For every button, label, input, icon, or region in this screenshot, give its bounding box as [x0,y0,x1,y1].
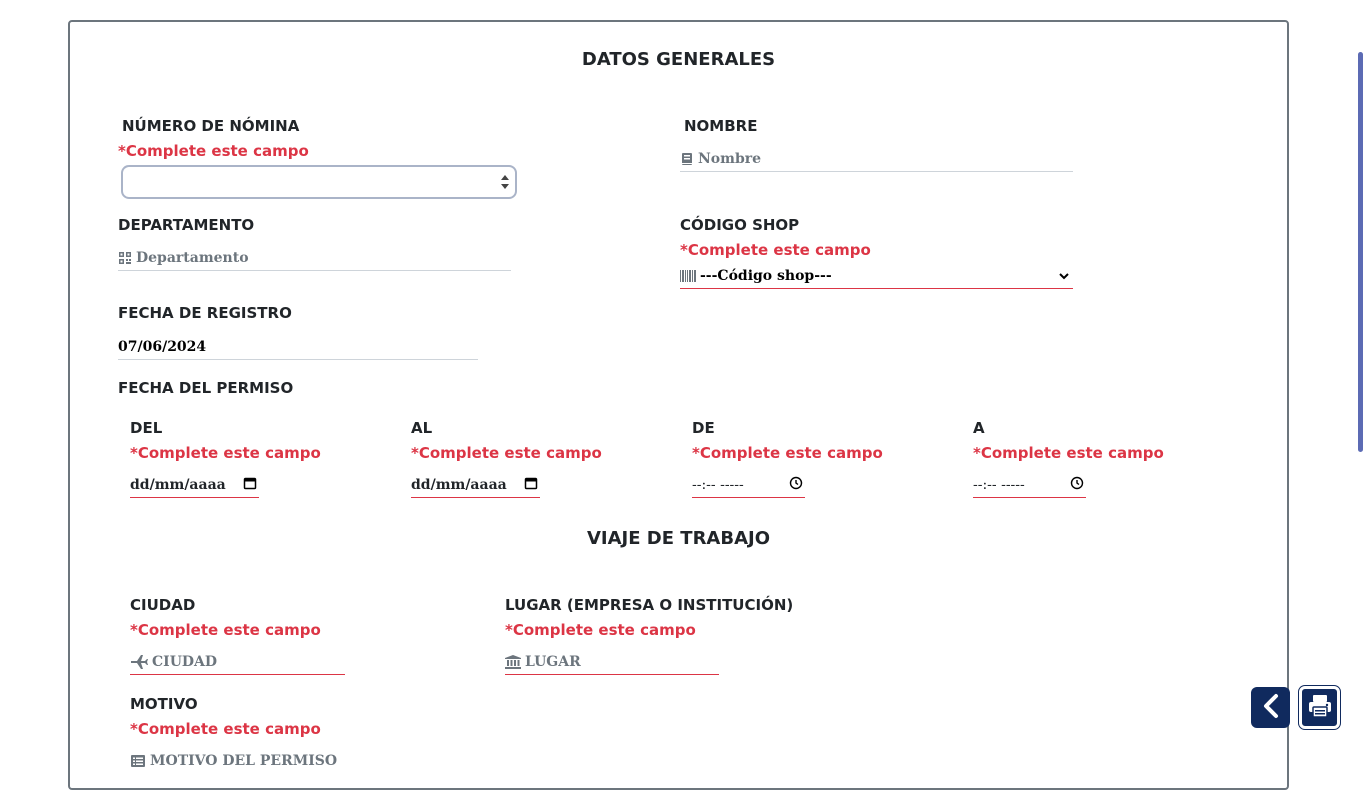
ciudad-required-msg: *Complete este campo [130,621,321,639]
fecha-registro-input[interactable]: 07/06/2024 [118,334,478,360]
motivo-input[interactable]: MOTIVO DEL PERMISO [130,748,345,774]
barcode-icon [680,269,696,282]
departamento-label: DEPARTAMENTO [118,216,255,234]
clock-icon[interactable] [789,476,803,494]
chevron-down-icon [1059,268,1069,284]
ciudad-label: CIUDAD [130,596,196,614]
calendar-icon[interactable] [243,476,257,494]
de-placeholder: --:-- ----- [692,476,744,493]
section-title-trip: VIAJE DE TRABAJO [586,528,771,549]
motivo-label: MOTIVO [130,695,198,713]
list-icon [130,754,146,768]
calendar-icon[interactable] [524,476,538,494]
de-time-input[interactable]: --:-- ----- [692,472,805,498]
a-placeholder: --:-- ----- [973,476,1025,493]
nombre-placeholder: Nombre [698,150,762,167]
del-label: DEL [130,419,163,437]
nomina-input[interactable] [121,165,517,199]
nombre-label: NOMBRE [684,117,758,135]
departamento-input[interactable]: Departamento [118,245,511,271]
chevron-left-icon [1261,693,1281,723]
codigo-shop-required-msg: *Complete este campo [680,241,871,259]
back-button[interactable] [1251,687,1290,728]
page-scroll-indicator[interactable] [1358,52,1363,452]
del-placeholder: dd/mm/aaaa [130,476,226,493]
codigo-shop-label: CÓDIGO SHOP [680,216,800,234]
al-required-msg: *Complete este campo [411,444,602,462]
number-spinner-icon[interactable] [501,175,509,189]
ciudad-input[interactable]: CIUDAD [130,649,345,675]
fecha-registro-label: FECHA DE REGISTRO [118,304,292,322]
departamento-placeholder: Departamento [136,249,249,266]
del-date-input[interactable]: dd/mm/aaaa [130,472,259,498]
nombre-input[interactable]: Nombre [680,146,1073,172]
print-button[interactable] [1299,686,1340,729]
motivo-required-msg: *Complete este campo [130,720,321,738]
codigo-shop-select[interactable]: ---Código shop--- [680,263,1073,289]
print-icon [1307,693,1333,723]
fecha-permiso-label: FECHA DEL PERMISO [118,379,294,397]
qrcode-icon [118,251,132,265]
de-required-msg: *Complete este campo [692,444,883,462]
clock-icon[interactable] [1070,476,1084,494]
bank-icon [505,654,521,669]
a-required-msg: *Complete este campo [973,444,1164,462]
del-required-msg: *Complete este campo [130,444,321,462]
fecha-registro-value: 07/06/2024 [118,338,207,355]
ciudad-placeholder: CIUDAD [152,653,218,670]
al-date-input[interactable]: dd/mm/aaaa [411,472,540,498]
lugar-input[interactable]: LUGAR [505,649,719,675]
a-time-input[interactable]: --:-- ----- [973,472,1086,498]
lugar-label: LUGAR (EMPRESA O INSTITUCIÓN) [505,596,794,614]
a-label: A [973,419,985,437]
nomina-required-msg: *Complete este campo [118,142,309,160]
al-placeholder: dd/mm/aaaa [411,476,507,493]
codigo-shop-selected: ---Código shop--- [700,267,832,284]
al-label: AL [411,419,433,437]
nomina-label: NÚMERO DE NÓMINA [122,117,300,135]
lugar-required-msg: *Complete este campo [505,621,696,639]
de-label: DE [692,419,715,437]
book-icon [680,152,694,166]
plane-icon [130,654,148,669]
section-title-general: DATOS GENERALES [581,49,776,70]
lugar-placeholder: LUGAR [525,653,581,670]
